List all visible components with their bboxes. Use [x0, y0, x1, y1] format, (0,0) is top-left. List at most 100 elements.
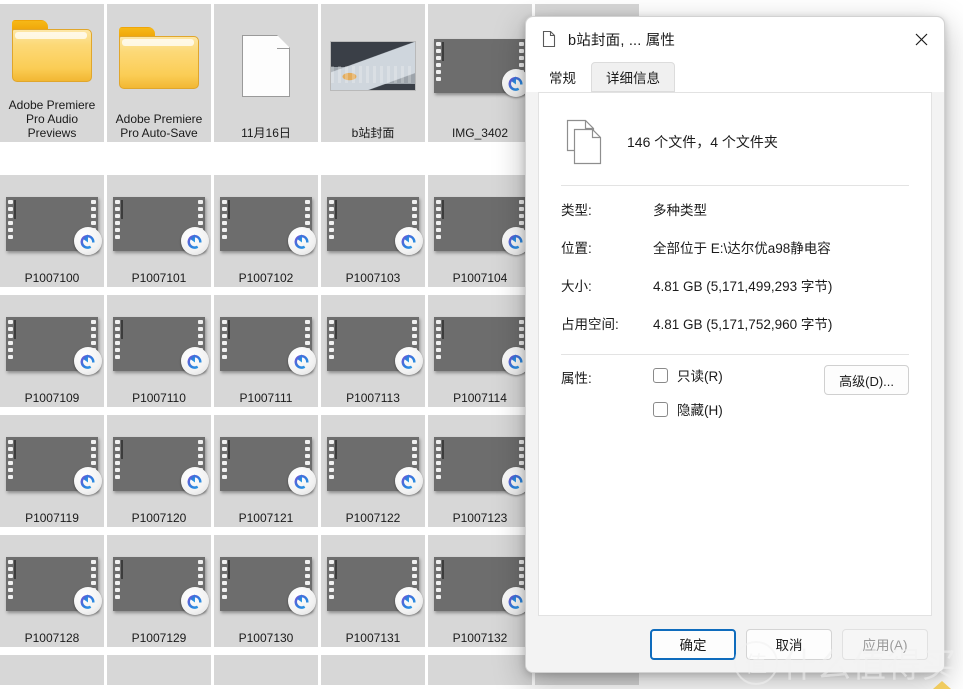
file-grid-item[interactable]: P1007122: [321, 415, 425, 527]
file-grid-item[interactable]: P1007120: [107, 415, 211, 527]
file-grid-item[interactable]: IMG_3402: [428, 4, 532, 142]
file-thumbnail: [107, 295, 211, 392]
ok-button[interactable]: 确定: [650, 628, 736, 660]
film-perforations: [114, 197, 121, 251]
file-grid-item[interactable]: P1007109: [0, 295, 104, 407]
attributes-checkbox-group: 只读(R) 隐藏(H): [653, 365, 824, 433]
video-thumbnail: [6, 196, 102, 255]
screen: Adobe Premiere Pro Audio Previews Adobe P…: [0, 0, 963, 689]
file-grid-item[interactable]: P1007104: [428, 175, 532, 287]
media-player-badge-icon: [181, 226, 209, 255]
file-name-label: P1007111: [239, 392, 293, 405]
file-grid-item[interactable]: P1007111: [214, 295, 318, 407]
file-thumbnail: [428, 295, 532, 392]
film-perforations: [7, 317, 14, 371]
media-player-badge-icon: [181, 466, 209, 495]
film-perforations: [221, 437, 228, 491]
summary-row: 146 个文件，4 个文件夹: [561, 111, 909, 173]
film-perforations: [114, 557, 121, 611]
file-grid-item[interactable]: Adobe Premiere Pro Audio Previews: [0, 4, 104, 142]
checkbox-readonly-row[interactable]: 只读(R): [653, 365, 824, 385]
file-name-label: P1007110: [132, 392, 186, 405]
file-grid-item[interactable]: P1007132: [428, 535, 532, 647]
file-name-label: P1007104: [452, 272, 508, 285]
video-thumbnail: [113, 196, 209, 255]
checkbox-hidden-row[interactable]: 隐藏(H): [653, 399, 824, 419]
cancel-button[interactable]: 取消: [746, 628, 832, 660]
file-name-label: P1007120: [131, 512, 187, 525]
dialog-footer: 确定 取消 应用(A): [526, 616, 944, 672]
media-player-badge-icon: [395, 226, 423, 255]
file-grid-item[interactable]: P1007113: [321, 295, 425, 407]
apply-button[interactable]: 应用(A): [842, 628, 928, 660]
file-grid-item[interactable]: P1007114: [428, 295, 532, 407]
tab-general-label: 常规: [549, 71, 576, 86]
tab-details[interactable]: 详细信息: [591, 62, 675, 92]
file-name-label: P1007119: [25, 512, 79, 525]
file-grid-item[interactable]: P1007129: [107, 535, 211, 647]
file-name-label: P1007109: [24, 392, 80, 405]
file-grid-item[interactable]: 11月16日: [214, 4, 318, 142]
tab-panel-general: 146 个文件，4 个文件夹 类型: 多种类型 位置: 全部位于 E:\达尔优a…: [538, 92, 932, 616]
file-name-label: Adobe Premiere Pro Auto-Save: [115, 112, 203, 140]
file-name-label: 11月16日: [241, 127, 291, 140]
file-name-label: IMG_3402: [451, 127, 509, 140]
file-name-label: P1007114: [453, 392, 507, 405]
media-player-badge-icon: [181, 586, 209, 615]
attributes-label: 属性:: [561, 371, 592, 386]
film-perforations: [435, 39, 442, 93]
file-thumbnail: [428, 175, 532, 272]
file-grid-item[interactable]: b站封面: [321, 4, 425, 142]
file-thumbnail: [214, 175, 318, 272]
advanced-button[interactable]: 高级(D)...: [824, 365, 909, 395]
file-grid-item[interactable]: P1007119: [0, 415, 104, 527]
property-key-type: 类型:: [561, 203, 592, 218]
file-grid-item[interactable]: P1007103: [321, 175, 425, 287]
file-thumbnail: [0, 535, 104, 632]
file-name-label: P1007101: [131, 272, 187, 285]
file-grid-item[interactable]: P1007131: [321, 535, 425, 647]
video-thumbnail: [113, 436, 209, 495]
folder-icon: [12, 20, 92, 82]
file-grid-item[interactable]: P1007102: [214, 175, 318, 287]
file-grid-item[interactable]: P1007130: [214, 535, 318, 647]
video-thumbnail: [434, 556, 530, 615]
checkbox-hidden[interactable]: [653, 401, 668, 417]
file-grid-item[interactable]: P1007100: [0, 175, 104, 287]
properties-dialog: b站封面, ... 属性 常规 详细信息 146 个文件，4 个文件夹 类型: …: [525, 16, 945, 673]
file-thumbnail: [107, 415, 211, 512]
ok-button-label: 确定: [679, 638, 707, 653]
file-name-label: P1007122: [345, 512, 401, 525]
file-name-label: P1007130: [238, 632, 294, 645]
file-grid-item[interactable]: P1007128: [0, 535, 104, 647]
file-grid-item[interactable]: P1007110: [107, 295, 211, 407]
file-thumbnail: [428, 535, 532, 632]
tab-general[interactable]: 常规: [534, 62, 591, 92]
file-grid-item[interactable]: P1007101: [107, 175, 211, 287]
file-grid-cell-empty: [214, 655, 318, 685]
file-name-label: P1007123: [452, 512, 508, 525]
file-name-label: P1007103: [345, 272, 401, 285]
file-thumbnail: [321, 175, 425, 272]
film-perforations: [328, 437, 335, 491]
video-thumbnail: [220, 436, 316, 495]
file-thumbnail: [321, 4, 425, 127]
watermark-triangle: [933, 681, 951, 689]
file-grid-item[interactable]: Adobe Premiere Pro Auto-Save: [107, 4, 211, 142]
checkbox-readonly[interactable]: [653, 367, 668, 383]
property-value-size-on-disk: 4.81 GB (5,171,752,960 字节): [653, 317, 833, 332]
file-name-label: P1007129: [131, 632, 187, 645]
file-grid-item[interactable]: P1007121: [214, 415, 318, 527]
media-player-badge-icon: [74, 466, 102, 495]
file-thumbnail: [107, 535, 211, 632]
film-perforations: [328, 557, 335, 611]
video-thumbnail: [6, 556, 102, 615]
film-perforations: [435, 557, 442, 611]
summary-text: 146 个文件，4 个文件夹: [627, 134, 778, 150]
file-name-label: P1007132: [452, 632, 508, 645]
file-thumbnail: [0, 415, 104, 512]
close-icon[interactable]: [898, 17, 944, 61]
file-grid-item[interactable]: P1007123: [428, 415, 532, 527]
film-perforations: [221, 197, 228, 251]
attributes-section: 属性: 只读(R) 隐藏(H) 高级(D)...: [561, 359, 909, 433]
